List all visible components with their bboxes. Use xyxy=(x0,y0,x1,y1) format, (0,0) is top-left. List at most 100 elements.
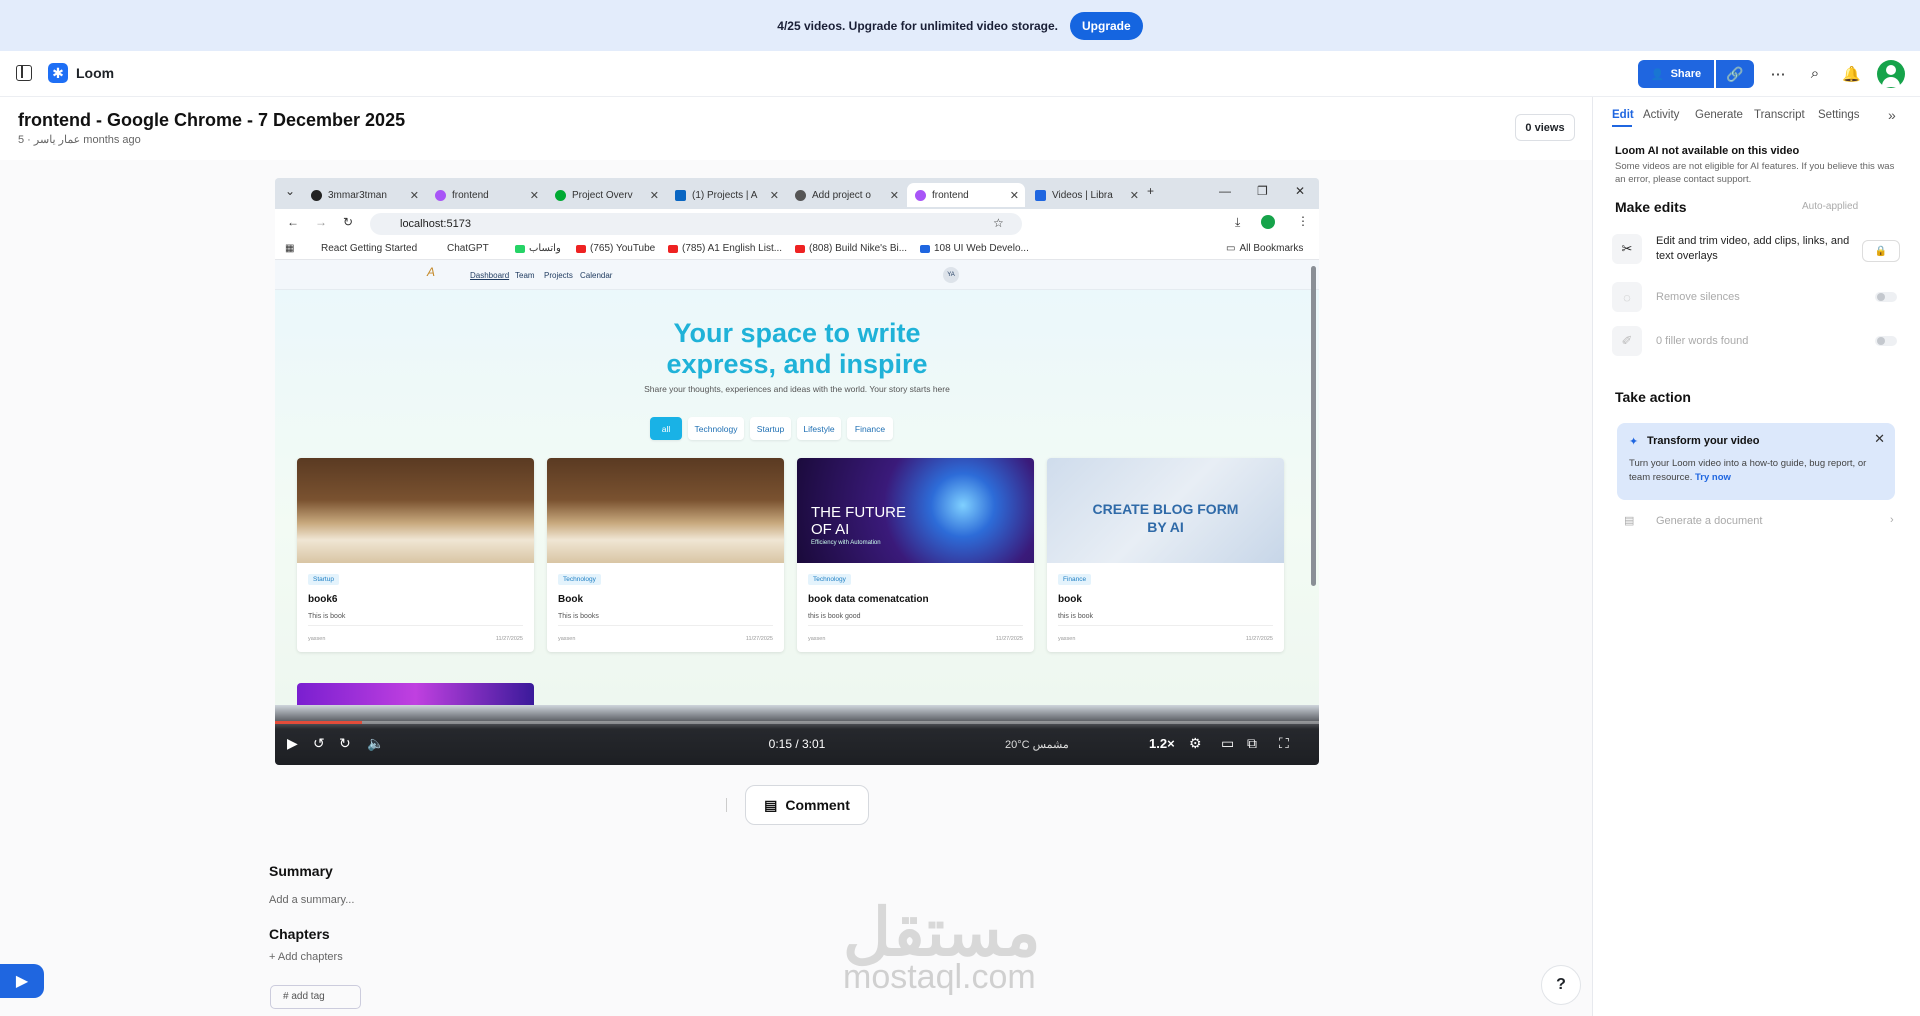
card-title: book6 xyxy=(308,594,338,605)
comment-button[interactable]: ▤ Comment xyxy=(745,785,869,825)
generate-document-row[interactable]: ▤ Generate a document › xyxy=(1612,510,1904,536)
silence-icon: ◌ xyxy=(1612,282,1642,312)
upgrade-button[interactable]: Upgrade xyxy=(1070,11,1143,40)
sparkle-icon: ✦ xyxy=(1629,436,1639,448)
card-author: yassen xyxy=(558,636,576,642)
theater-icon[interactable]: ▭ xyxy=(1221,735,1234,752)
taskbar-weather: 20°C مشمس xyxy=(1005,739,1069,751)
auto-applied-dropdown[interactable]: Auto-applied xyxy=(1802,201,1858,212)
tab-activity[interactable]: Activity xyxy=(1643,109,1679,121)
views-button[interactable]: 0 views xyxy=(1515,114,1575,141)
minimize-icon: — xyxy=(1219,184,1231,198)
card-tag: Finance xyxy=(1058,574,1092,585)
comment-label: Comment xyxy=(785,797,850,813)
chapters-title: Chapters xyxy=(269,926,330,942)
ai-unavailable-title: Loom AI not available on this video xyxy=(1615,145,1800,157)
image-heading: CREATE BLOG FORM BY AI xyxy=(1092,501,1239,535)
nav-dashboard: Dashboard xyxy=(470,271,510,280)
take-action-title: Take action xyxy=(1615,389,1691,405)
hero-subtitle: Share your thoughts, experiences and ide… xyxy=(644,384,950,394)
image-heading: THE FUTURE OF AI xyxy=(811,504,906,538)
card-desc: this is book good xyxy=(808,613,861,620)
remove-silences-row: ◌ Remove silences xyxy=(1612,282,1904,312)
card-tag: Technology xyxy=(558,574,601,585)
comment-icon: ▤ xyxy=(764,796,778,813)
site-navbar: A Dashboard Team Projects Calendar YA xyxy=(275,260,1319,290)
help-button[interactable]: ? xyxy=(1541,965,1581,1005)
card-divider xyxy=(808,625,1023,626)
blog-card-partial xyxy=(297,683,534,705)
close-icon: ✕ xyxy=(649,189,659,202)
filler-words-label: 0 filler words found xyxy=(1656,335,1749,347)
video-title[interactable]: frontend - Google Chrome - 7 December 20… xyxy=(18,110,405,131)
restore-icon: ❐ xyxy=(1257,184,1268,198)
download-icon: ⤓ xyxy=(1235,215,1241,229)
browser-tab: Add project o ✕ xyxy=(787,183,905,207)
brand-name[interactable]: Loom xyxy=(76,65,114,81)
tab-generate[interactable]: Generate xyxy=(1695,109,1743,121)
card-tag: Technology xyxy=(808,574,851,585)
author-name[interactable]: عمار ياسر xyxy=(34,134,80,146)
share-label: Share xyxy=(1670,68,1702,80)
close-icon[interactable]: ✕ xyxy=(1874,431,1885,447)
fullscreen-icon[interactable]: ⛶ xyxy=(1279,735,1289,752)
close-icon: ✕ xyxy=(1009,189,1019,202)
transform-video-card[interactable]: ✦ Transform your video ✕ Turn your Loom … xyxy=(1617,423,1895,500)
tab-transcript[interactable]: Transcript xyxy=(1754,109,1805,121)
image-caption: Efficiency with Automation xyxy=(811,540,881,546)
tab-edit[interactable]: Edit xyxy=(1612,109,1634,121)
banner-text: 4/25 videos. Upgrade for unlimited video… xyxy=(777,18,1059,33)
close-icon: ✕ xyxy=(889,189,899,202)
record-button[interactable]: ▶ xyxy=(0,964,44,998)
pip-icon[interactable]: ⧉ xyxy=(1247,735,1257,752)
edit-trim-row[interactable]: ✂ Edit and trim video, add clips, links,… xyxy=(1612,234,1904,268)
try-now-link[interactable]: Try now xyxy=(1695,472,1731,483)
vite-icon xyxy=(435,189,446,201)
copy-link-button[interactable]: 🔗 xyxy=(1716,60,1754,88)
panel-divider xyxy=(1592,97,1593,1016)
url-field: localhost:5173 xyxy=(370,213,1022,235)
remove-silences-toggle[interactable] xyxy=(1875,292,1897,302)
collapse-panel-icon[interactable]: » xyxy=(1888,107,1896,123)
bookmark: ▭ All Bookmarks xyxy=(1226,243,1304,254)
upgrade-banner: 4/25 videos. Upgrade for unlimited video… xyxy=(0,0,1920,51)
transform-text: Turn your Loom video into a how-to guide… xyxy=(1629,458,1867,483)
menu-icon: ⋮ xyxy=(1297,214,1309,228)
chrome-tabbar: ⌄ 3mmar3tman ✕ frontend ✕ Project Overv ✕ (… xyxy=(275,178,1319,209)
add-tag-button[interactable]: # add tag xyxy=(270,985,361,1009)
lock-icon[interactable]: 🔒 xyxy=(1862,240,1900,262)
card-author: yassen xyxy=(808,636,826,642)
star-icon: ☆ xyxy=(993,216,1004,230)
page-scrollbar xyxy=(1311,266,1316,586)
card-desc: This is books xyxy=(558,613,599,620)
blog-card: Technology Book This is books yassen 11/… xyxy=(547,458,784,652)
loom-logo-icon[interactable]: ✱ xyxy=(48,63,68,83)
share-button[interactable]: 👤 Share xyxy=(1638,60,1714,88)
document-icon: ▤ xyxy=(1624,515,1635,527)
card-date: 11/27/2025 xyxy=(995,636,1023,642)
site-logo-icon: A xyxy=(427,265,436,279)
whatsapp-icon xyxy=(515,244,525,253)
bookmark: 108 UI Web Develo... xyxy=(920,243,1029,254)
close-icon: ✕ xyxy=(1129,189,1139,202)
search-icon[interactable]: ⌕ xyxy=(1806,65,1824,83)
bookmark: (765) YouTube xyxy=(576,243,655,254)
more-icon[interactable]: ⋯ xyxy=(1769,65,1787,83)
video-player[interactable]: ⌄ 3mmar3tman ✕ frontend ✕ Project Overv ✕ (… xyxy=(275,178,1319,765)
speed-button[interactable]: 1.2× xyxy=(1149,736,1175,751)
vite-icon xyxy=(915,189,926,201)
add-chapters-link[interactable]: + Add chapters xyxy=(269,951,343,963)
add-summary-link[interactable]: Add a summary... xyxy=(269,894,354,906)
filler-words-toggle[interactable] xyxy=(1875,336,1897,346)
tab-settings[interactable]: Settings xyxy=(1818,109,1860,121)
nav-calendar: Calendar xyxy=(580,271,613,280)
sidebar-toggle-icon[interactable] xyxy=(16,65,32,81)
card-title: Book xyxy=(558,594,583,605)
add-user-icon: 👤 xyxy=(1650,68,1665,81)
hero-heading: Your space to write express, and inspire xyxy=(666,318,928,379)
settings-icon[interactable]: ⚙ xyxy=(1189,735,1202,752)
avatar[interactable] xyxy=(1877,60,1905,88)
browser-tab: Videos | Libra ✕ xyxy=(1027,183,1145,207)
bell-icon[interactable]: 🔔 xyxy=(1842,65,1861,83)
progress-bar[interactable] xyxy=(275,721,1319,724)
